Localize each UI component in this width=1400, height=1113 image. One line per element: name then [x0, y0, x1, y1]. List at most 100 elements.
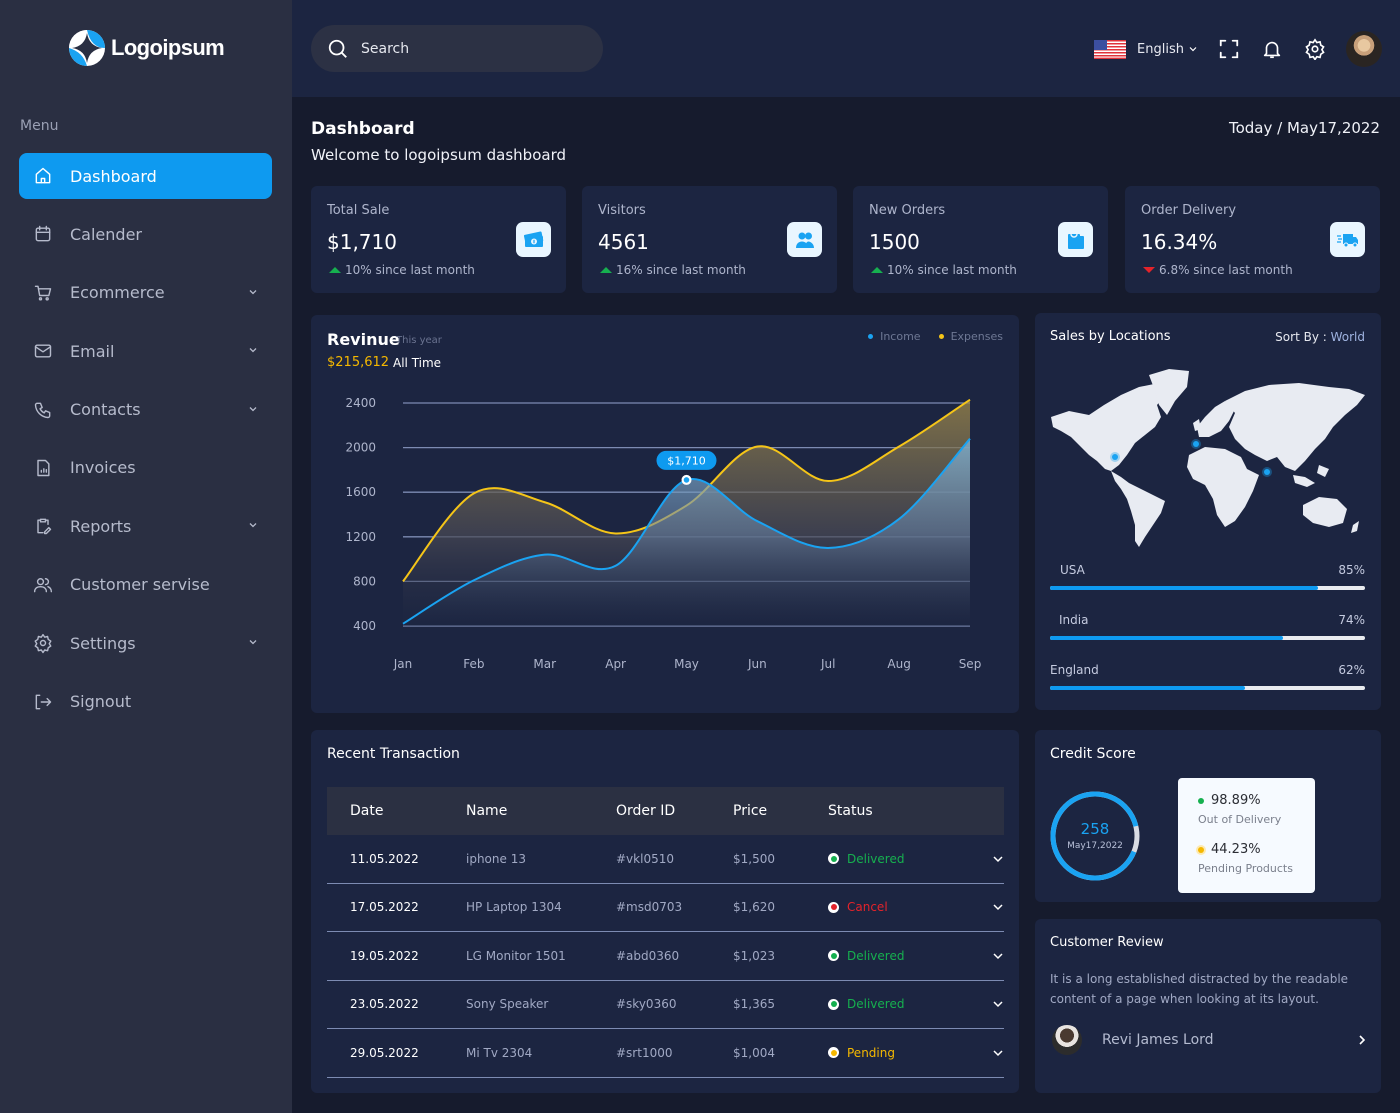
- credit-score-details: 98.89% Out of Delivery 44.23% Pending Pr…: [1178, 778, 1315, 893]
- expand-row-button[interactable]: [958, 1000, 1004, 1008]
- transactions-table: Date Name Order ID Price Status 11.05.20…: [327, 787, 1004, 1078]
- sidebar-item-invoices[interactable]: Invoices: [19, 445, 272, 491]
- stat-card-visitors[interactable]: Visitors 4561 16% since last month: [582, 186, 837, 293]
- highlight-point: [683, 477, 690, 483]
- cell-order-id: #msd0703: [616, 900, 683, 915]
- column-header-price[interactable]: Price: [733, 803, 828, 819]
- expand-row-button[interactable]: [958, 1049, 1004, 1057]
- legend-income[interactable]: Income: [868, 330, 921, 343]
- signout-icon: [33, 692, 53, 712]
- stat-change-text: 10% since last month: [887, 263, 1017, 277]
- revenue-period: This year: [396, 335, 442, 346]
- sidebar-item-label: Customer servise: [70, 575, 210, 595]
- cell-date: 29.05.2022: [350, 1045, 419, 1060]
- cart-icon: [33, 283, 53, 303]
- trend-up-icon: [600, 267, 612, 273]
- x-tick-label: Jun: [747, 657, 767, 671]
- status-dot-icon: [828, 853, 839, 865]
- language-selector[interactable]: English: [1137, 42, 1197, 57]
- search-box[interactable]: [311, 25, 603, 72]
- sidebar-item-customer-servise[interactable]: Customer servise: [19, 562, 272, 608]
- cell-order-id: #abd0360: [616, 948, 680, 963]
- stat-label: Order Delivery: [1141, 203, 1237, 218]
- chevron-right-icon[interactable]: [1358, 1034, 1366, 1046]
- table-header: Date Name Order ID Price Status: [327, 787, 1004, 835]
- reviewer-name: Revi James Lord: [1102, 1032, 1214, 1048]
- sidebar-item-ecommerce[interactable]: Ecommerce: [19, 270, 272, 316]
- sidebar-item-settings[interactable]: Settings: [19, 620, 272, 666]
- cell-status: Delivered: [828, 949, 958, 963]
- reviewer-row[interactable]: Revi James Lord: [1052, 1025, 1366, 1055]
- chevron-down-icon: [993, 856, 1003, 862]
- column-header-date[interactable]: Date: [327, 803, 466, 819]
- recent-transaction-card: Recent Transaction Date Name Order ID Pr…: [311, 730, 1019, 1093]
- chevron-down-icon[interactable]: [248, 287, 258, 297]
- location-progress-bar: [1050, 586, 1365, 590]
- chevron-down-icon[interactable]: [248, 345, 258, 355]
- fullscreen-button[interactable]: [1217, 37, 1241, 61]
- legend-expenses-label: Expenses: [950, 330, 1003, 343]
- sidebar-item-reports[interactable]: Reports: [19, 503, 272, 549]
- expand-row-button[interactable]: [958, 952, 1004, 960]
- x-tick-label: Jul: [820, 657, 835, 671]
- cell-status: Delivered: [828, 997, 958, 1011]
- credit-score-card: Credit Score 258 May17,2022 98.89% Out o…: [1035, 730, 1381, 902]
- cell-status: Cancel: [828, 900, 958, 914]
- cell-date: 23.05.2022: [350, 997, 419, 1012]
- column-header-order-id[interactable]: Order ID: [616, 803, 733, 819]
- table-row[interactable]: 17.05.2022 HP Laptop 1304 #msd0703 $1,620 Ca…: [327, 884, 1004, 932]
- chevron-down-icon[interactable]: [248, 520, 258, 530]
- search-input[interactable]: [361, 40, 581, 57]
- chevron-down-icon: [1189, 47, 1197, 52]
- sidebar-item-label: Settings: [70, 633, 136, 653]
- sort-selector[interactable]: Sort By : World: [1275, 330, 1365, 344]
- status-badge: Delivered: [847, 851, 905, 866]
- table-row[interactable]: 29.05.2022 Mi Tv 2304 #srt1000 $1,004 Pendin…: [327, 1029, 1004, 1078]
- column-header-name[interactable]: Name: [466, 803, 616, 819]
- truck-icon: [1330, 222, 1365, 257]
- user-avatar[interactable]: [1346, 31, 1382, 67]
- table-row[interactable]: 19.05.2022 LG Monitor 1501 #abd0360 $1,023 D…: [327, 932, 1004, 981]
- legend-expenses[interactable]: Expenses: [938, 330, 1003, 343]
- home-icon: [33, 166, 53, 186]
- revenue-total-label: All Time: [393, 356, 442, 370]
- stat-card-order-delivery[interactable]: Order Delivery 16.34% 6.8% since last mont…: [1125, 186, 1380, 293]
- out-of-delivery-value: 98.89%: [1211, 793, 1261, 808]
- table-row[interactable]: 23.05.2022 Sony Speaker #sky0360 $1,365 Deli…: [327, 981, 1004, 1029]
- sidebar-item-contacts[interactable]: Contacts: [19, 387, 272, 433]
- customer-review-card: Customer Review It is a long established…: [1035, 919, 1381, 1093]
- revenue-title: Revinue: [327, 330, 400, 349]
- cell-order-id: #vkl0510: [616, 851, 674, 866]
- logo[interactable]: Logoipsum: [69, 30, 225, 66]
- stat-card-total-sale[interactable]: Total Sale $1,710 10% since last month: [311, 186, 566, 293]
- settings-button[interactable]: [1303, 37, 1327, 61]
- stat-label: Total Sale: [327, 203, 390, 218]
- stat-card-new-orders[interactable]: New Orders 1500 10% since last month: [853, 186, 1108, 293]
- legend-income-label: Income: [880, 330, 921, 343]
- location-progress-bar: [1050, 686, 1365, 690]
- revenue-total: $215,612: [327, 355, 390, 370]
- chevron-down-icon[interactable]: [248, 404, 258, 414]
- location-name: USA: [1060, 563, 1085, 577]
- trend-up-icon: [329, 267, 341, 273]
- cell-date: 17.05.2022: [350, 900, 419, 915]
- table-row[interactable]: 11.05.2022 iphone 13 #vkl0510 $1,500 Deliver…: [327, 835, 1004, 884]
- x-tick-label: Apr: [605, 657, 626, 671]
- status-badge: Delivered: [847, 948, 905, 963]
- cell-status: Pending: [828, 1046, 958, 1060]
- sidebar-item-signout[interactable]: Signout: [19, 679, 272, 725]
- page-subtitle: Welcome to logoipsum dashboard: [311, 146, 566, 164]
- column-header-status[interactable]: Status: [828, 803, 958, 819]
- sidebar-item-dashboard[interactable]: Dashboard: [19, 153, 272, 199]
- shopping-bag-icon: [1058, 222, 1093, 257]
- sidebar-item-email[interactable]: Email: [19, 328, 272, 374]
- notifications-button[interactable]: [1260, 37, 1284, 61]
- expand-row-button[interactable]: [958, 903, 1004, 911]
- chevron-down-icon[interactable]: [248, 637, 258, 647]
- clipboard-edit-icon: [33, 516, 53, 536]
- location-percent: 85%: [1338, 563, 1365, 577]
- sidebar-item-calender[interactable]: Calender: [19, 211, 272, 257]
- chevron-down-icon: [993, 904, 1003, 911]
- expand-row-button[interactable]: [958, 855, 1004, 863]
- status-dot-icon: [828, 998, 839, 1010]
